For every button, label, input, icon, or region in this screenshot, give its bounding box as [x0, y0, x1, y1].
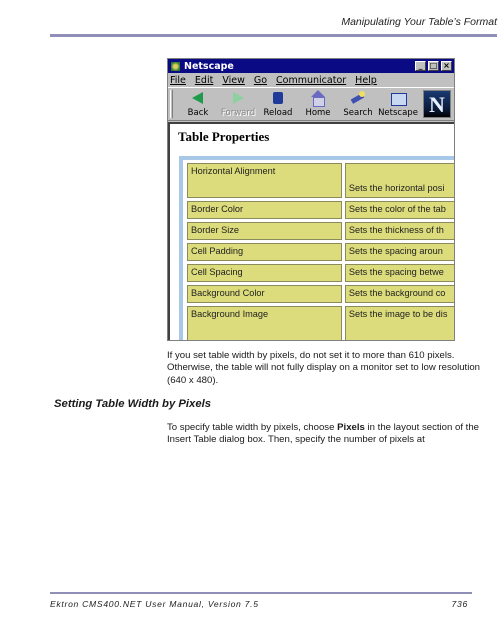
paragraph-text: To specify table width by pixels, choose — [167, 422, 338, 433]
property-description: Sets the color of the tab — [344, 201, 454, 219]
menu-communicator[interactable]: Communicator — [276, 75, 346, 86]
property-description: Sets the spacing aroun — [344, 243, 454, 261]
footer-rule — [50, 592, 472, 594]
table-row: Cell Spacing Sets the spacing betwe — [187, 264, 454, 282]
menu-file[interactable]: File — [170, 75, 186, 86]
property-description: Sets the image to be dis — [344, 306, 454, 340]
netscape-window-screenshot: Netscape _ □ × File Edit View Go Communi… — [167, 58, 455, 341]
property-name: Border Size — [187, 222, 342, 240]
width-note: If you set table width by pixels, do not… — [167, 350, 481, 386]
property-name: Background Image — [187, 306, 342, 340]
property-name: Background Color — [187, 285, 342, 303]
close-button[interactable]: × — [441, 61, 452, 71]
table-row: Horizontal Alignment Sets the horizontal… — [187, 163, 454, 198]
property-description: Sets the spacing betwe — [344, 264, 454, 282]
netscape-app-icon — [170, 61, 181, 72]
section-heading: Setting Table Width by Pixels — [54, 398, 212, 410]
menu-help[interactable]: Help — [355, 75, 377, 86]
search-label: Search — [343, 108, 373, 118]
section-paragraph: To specify table width by pixels, choose… — [167, 422, 487, 447]
back-label: Back — [187, 108, 209, 118]
menu-go[interactable]: Go — [254, 75, 267, 86]
pixels-term: Pixels — [337, 422, 365, 433]
navigation-toolbar: Back Forward Reload Home Search Netscape… — [168, 87, 454, 121]
window-title: Netscape — [184, 60, 234, 72]
property-description: Sets the background co — [344, 285, 454, 303]
table-row: Cell Padding Sets the spacing aroun — [187, 243, 454, 261]
property-description: Sets the thickness of th — [344, 222, 454, 240]
property-description: Sets the horizontal posi — [344, 163, 454, 198]
table-row: Border Color Sets the color of the tab — [187, 201, 454, 219]
search-button[interactable]: Search — [338, 88, 378, 120]
manual-title: Ektron CMS400.NET User Manual, Version 7… — [50, 599, 259, 609]
netscape-logo[interactable]: N — [423, 90, 451, 118]
menu-edit[interactable]: Edit — [195, 75, 213, 86]
reload-button[interactable]: Reload — [258, 88, 298, 120]
property-name: Horizontal Alignment — [187, 163, 342, 198]
table-row: Background Image Sets the image to be di… — [187, 306, 454, 340]
menu-view[interactable]: View — [222, 75, 245, 86]
toolbar-grip-handle[interactable] — [170, 90, 173, 118]
forward-button[interactable]: Forward — [218, 88, 258, 120]
search-icon — [350, 90, 366, 106]
properties-table: Horizontal Alignment Sets the horizontal… — [179, 156, 454, 340]
table-row: Border Size Sets the thickness of th — [187, 222, 454, 240]
minimize-button[interactable]: _ — [415, 61, 426, 71]
home-button[interactable]: Home — [298, 88, 338, 120]
property-name: Cell Spacing — [187, 264, 342, 282]
browser-content-area: Table Properties Horizontal Alignment Se… — [168, 122, 454, 340]
reload-label: Reload — [263, 108, 293, 118]
back-arrow-icon — [190, 90, 206, 106]
running-header-title: Manipulating Your Table’s Format — [341, 16, 497, 28]
menubar: File Edit View Go Communicator Help — [168, 73, 454, 87]
property-name: Cell Padding — [187, 243, 342, 261]
page-header: Manipulating Your Table’s Format — [50, 0, 497, 37]
home-icon — [310, 90, 326, 107]
table-row: Background Color Sets the background co — [187, 285, 454, 303]
home-label: Home — [305, 108, 331, 118]
page-number: 736 — [451, 599, 468, 609]
forward-arrow-icon — [230, 90, 246, 106]
property-name: Border Color — [187, 201, 342, 219]
netscape-label: Netscape — [378, 108, 418, 118]
window-titlebar: Netscape _ □ × — [168, 59, 454, 73]
back-button[interactable]: Back — [178, 88, 218, 120]
netscape-icon — [390, 90, 407, 106]
netscape-button[interactable]: Netscape — [378, 88, 418, 120]
page-footer: Ektron CMS400.NET User Manual, Version 7… — [50, 599, 468, 609]
reload-icon — [270, 90, 286, 106]
table-properties-title: Table Properties — [178, 129, 270, 144]
maximize-button[interactable]: □ — [428, 61, 439, 71]
forward-label: Forward — [220, 108, 256, 118]
